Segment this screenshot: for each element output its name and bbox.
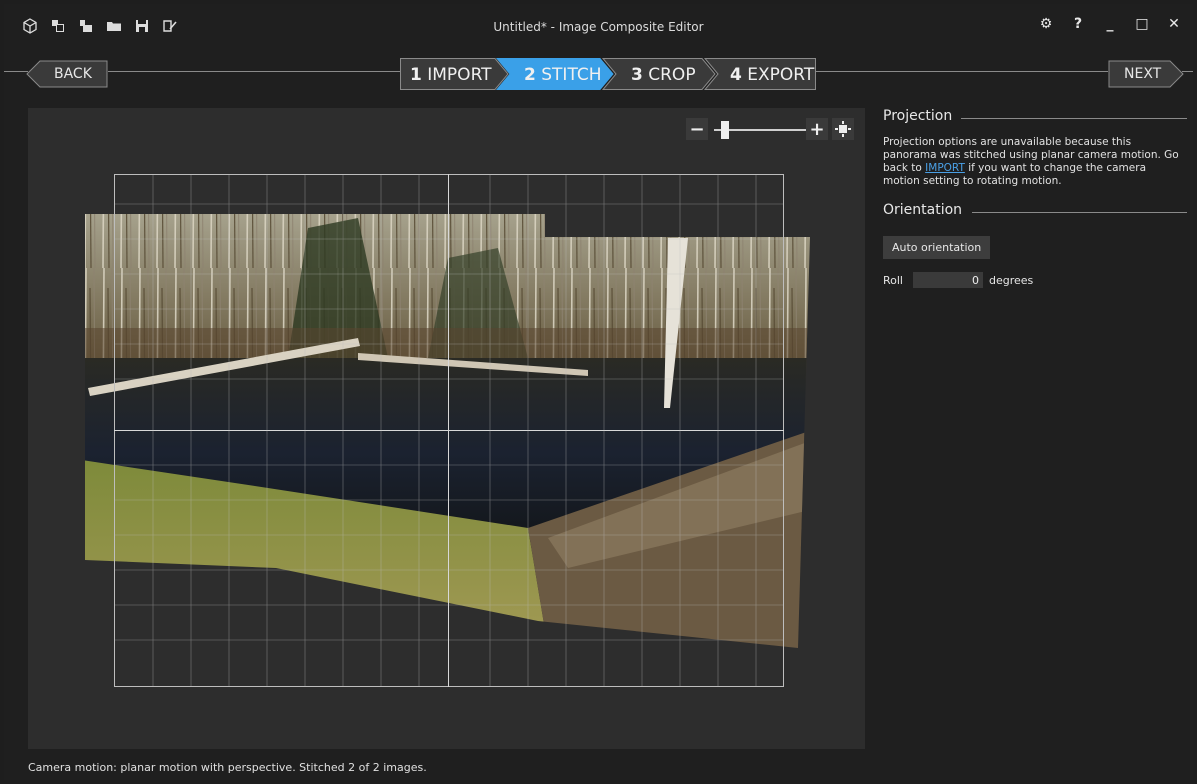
- nav-line-left: [4, 71, 28, 72]
- close-icon[interactable]: ✕: [1167, 16, 1181, 32]
- app-window: Untitled* - Image Composite Editor ⚙ ? _…: [4, 4, 1193, 780]
- projection-section-title: Projection: [883, 108, 1189, 130]
- title-bar: Untitled* - Image Composite Editor ⚙ ? _…: [4, 4, 1193, 48]
- workflow-steps: 1 IMPORT 2 STITCH 3 CROP 4 EXPORT: [400, 58, 816, 90]
- import-link[interactable]: IMPORT: [925, 162, 965, 174]
- step-export[interactable]: 4 EXPORT: [730, 65, 814, 85]
- roll-input[interactable]: [913, 272, 983, 288]
- orientation-section-title: Orientation: [883, 202, 1189, 224]
- status-bar: Camera motion: planar motion with perspe…: [28, 761, 427, 774]
- panorama-canvas[interactable]: − +: [28, 108, 865, 749]
- minimize-icon[interactable]: _: [1103, 16, 1117, 32]
- roll-unit: degrees: [989, 273, 1034, 287]
- back-label: BACK: [54, 66, 92, 82]
- zoom-control: − +: [686, 118, 856, 142]
- back-button[interactable]: BACK: [26, 60, 108, 88]
- step-import[interactable]: 1 IMPORT: [410, 65, 492, 85]
- roll-row: Roll degrees: [883, 271, 1189, 289]
- window-controls: ⚙ ? _ □ ✕: [1039, 16, 1181, 32]
- roll-label: Roll: [883, 273, 903, 287]
- auto-orientation-button[interactable]: Auto orientation: [883, 236, 991, 259]
- step-stitch[interactable]: 2 STITCH: [524, 65, 601, 85]
- next-button[interactable]: NEXT: [1108, 60, 1184, 88]
- maximize-icon[interactable]: □: [1135, 16, 1149, 32]
- properties-panel: Projection Projection options are unavai…: [883, 108, 1189, 289]
- projection-description: Projection options are unavailable becau…: [883, 136, 1179, 187]
- next-label: NEXT: [1124, 66, 1162, 82]
- panorama-image: [85, 174, 810, 687]
- help-icon[interactable]: ?: [1071, 16, 1085, 32]
- zoom-slider-track[interactable]: [714, 129, 816, 131]
- zoom-out-button[interactable]: −: [686, 118, 708, 140]
- step-crop[interactable]: 3 CROP: [631, 65, 696, 85]
- zoom-in-button[interactable]: +: [806, 118, 828, 140]
- nav-line-mid-left: [108, 71, 400, 72]
- window-title: Untitled* - Image Composite Editor: [493, 20, 704, 34]
- nav-line-mid-right: [816, 71, 1108, 72]
- fit-to-window-icon[interactable]: [832, 118, 854, 140]
- settings-icon[interactable]: ⚙: [1039, 16, 1053, 32]
- zoom-slider-thumb[interactable]: [721, 121, 729, 139]
